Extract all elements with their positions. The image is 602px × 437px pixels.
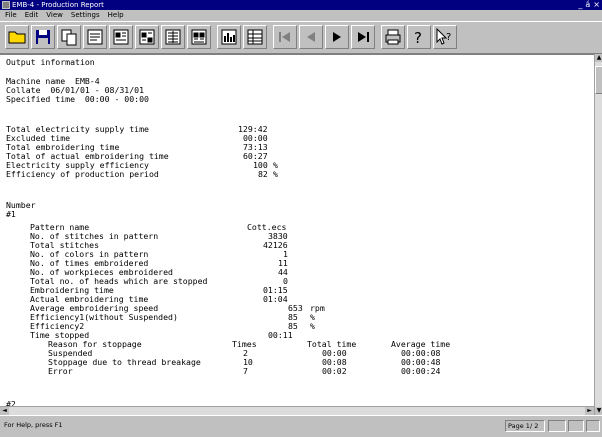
open-icon <box>8 31 26 44</box>
report-icon <box>191 29 207 45</box>
table-button[interactable] <box>243 25 267 49</box>
report-icon <box>87 29 103 45</box>
maximize-button[interactable]: á <box>585 0 590 10</box>
report-icon <box>165 29 181 45</box>
toolbar: ? ? <box>0 21 602 54</box>
print-button[interactable] <box>381 25 405 49</box>
save-button[interactable] <box>31 25 55 49</box>
report-icon <box>139 29 155 45</box>
menu-help[interactable]: Help <box>108 10 124 21</box>
report-button-2[interactable] <box>109 25 133 49</box>
window-title: EMB-4 - Production Report <box>12 1 104 9</box>
scroll-thumb[interactable] <box>595 66 602 94</box>
entry-label: #1 <box>6 209 16 219</box>
report-button-1[interactable] <box>83 25 107 49</box>
last-page-icon <box>358 32 369 42</box>
first-page-icon <box>279 32 290 42</box>
table-icon <box>247 29 263 45</box>
menu-settings[interactable]: Settings <box>71 10 100 21</box>
scroll-up-icon[interactable]: ▲ <box>595 54 602 62</box>
print-icon <box>385 29 401 45</box>
specified-time: Specified time 00:00 - 00:00 <box>6 94 149 104</box>
next-page-button[interactable] <box>325 25 349 49</box>
detail-value: 00:11 <box>268 330 293 340</box>
menu-file[interactable]: File <box>5 10 17 21</box>
status-pane <box>568 420 584 432</box>
scroll-left-icon[interactable]: ◄ <box>0 407 9 415</box>
detail-unit: % <box>310 321 315 331</box>
title-bar: EMB-4 - Production Report _ á × <box>0 0 602 10</box>
menu-view[interactable]: View <box>46 10 63 21</box>
summary-value: 82 <box>258 169 268 179</box>
horizontal-scrollbar[interactable]: ◄ ► <box>0 406 594 415</box>
copy-button[interactable] <box>57 25 81 49</box>
detail-value: 01:04 <box>263 294 288 304</box>
prev-page-icon <box>307 32 315 42</box>
last-page-button[interactable] <box>351 25 375 49</box>
scroll-right-icon[interactable]: ► <box>585 407 594 415</box>
status-pane <box>548 420 566 432</box>
chart-button[interactable] <box>217 25 241 49</box>
first-page-button[interactable] <box>273 25 297 49</box>
help-icon: ? <box>414 29 422 47</box>
stoppage-total: 00:02 <box>322 366 347 376</box>
output-heading: Output information <box>6 57 95 67</box>
svg-text:?: ? <box>446 32 451 43</box>
prev-page-button[interactable] <box>299 25 323 49</box>
help-button[interactable]: ? <box>407 25 431 49</box>
svg-text:?: ? <box>414 29 422 47</box>
open-button[interactable] <box>5 25 29 49</box>
report-view: Output information Machine name EMB-4 Co… <box>0 54 594 406</box>
minimize-button[interactable]: _ <box>578 0 582 10</box>
context-help-icon: ? <box>436 27 451 45</box>
report-button-4[interactable] <box>161 25 185 49</box>
stoppage-times: 7 <box>243 366 248 376</box>
stoppage-average: 00:00:24 <box>401 366 441 376</box>
status-help-text: For Help, press F1 <box>4 421 63 429</box>
report-button-5[interactable] <box>187 25 211 49</box>
next-page-icon <box>333 32 341 42</box>
status-pane <box>586 420 600 432</box>
report-button-3[interactable] <box>135 25 159 49</box>
close-button[interactable]: × <box>593 0 600 10</box>
vertical-scrollbar[interactable]: ▲ ▼ <box>594 54 602 415</box>
summary-label: Efficiency of production period <box>6 169 159 179</box>
summary-unit: % <box>273 169 278 179</box>
save-icon <box>36 30 50 44</box>
status-bar: For Help, press F1 Page 1/ 2 <box>0 415 602 437</box>
scroll-down-icon[interactable]: ▼ <box>595 407 602 415</box>
menu-bar: File Edit View Settings Help <box>0 10 602 21</box>
copy-icon <box>61 29 77 46</box>
report-icon <box>113 29 129 45</box>
app-icon[interactable] <box>2 1 10 9</box>
page-indicator: Page 1/ 2 <box>505 420 545 432</box>
chart-icon <box>221 29 237 45</box>
stoppage-reason: Error <box>48 366 73 376</box>
menu-edit[interactable]: Edit <box>25 10 39 21</box>
context-help-button[interactable]: ? <box>433 25 457 49</box>
